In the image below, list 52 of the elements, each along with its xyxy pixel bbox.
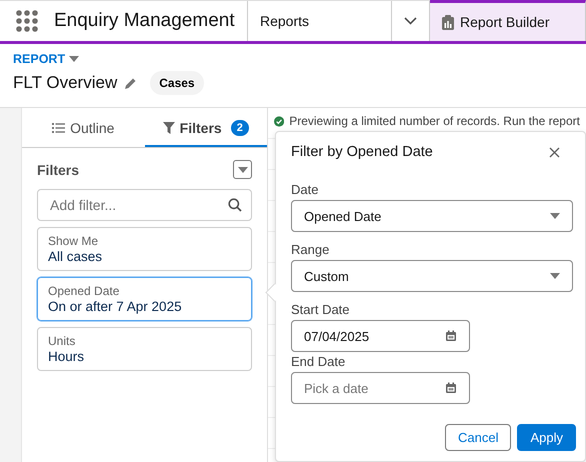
pencil-icon[interactable] [125, 78, 136, 88]
field-label: End Date [291, 354, 346, 369]
close-button[interactable] [549, 146, 560, 158]
clipboard-chart-icon [442, 14, 454, 30]
filter-label: Show Me [48, 234, 100, 248]
filters-heading: Filters [37, 162, 80, 178]
filter-value: All cases [48, 249, 104, 264]
tab-label: Outline [70, 120, 114, 136]
preview-notice: Previewing a limited number of records. Run the report [289, 114, 580, 128]
caret-icon [238, 166, 248, 172]
count-badge: 2 [230, 120, 249, 136]
caret-icon[interactable] [69, 56, 80, 62]
app-title: Enquiry Management [54, 10, 235, 32]
filter-card[interactable]: Opened Date On or after 7 Apr 2025 [37, 277, 252, 321]
filter-card[interactable]: Show Me All cases [37, 227, 252, 271]
field-label: Date [291, 182, 320, 197]
object-badge: Cases [150, 71, 204, 95]
select-field[interactable]: Opened Date [291, 200, 573, 232]
list-icon [52, 122, 66, 132]
field-label: Range [291, 242, 330, 257]
filter-card[interactable]: Units Hours [37, 327, 252, 371]
search-field[interactable]: Add filter... [37, 189, 252, 221]
search-icon [228, 198, 242, 212]
date-field[interactable]: Pick a date [291, 372, 470, 404]
report-title: FLT Overview [13, 73, 118, 93]
nav-tab[interactable]: Reports [248, 1, 392, 41]
nav-tab[interactable]: Report Builder [430, 0, 586, 41]
panel-tab[interactable]: Filters 2 [144, 108, 267, 147]
check-circle-icon [274, 114, 284, 128]
tab-label: Filters [180, 120, 222, 136]
caret-icon [550, 213, 560, 219]
field-label: Start Date [291, 302, 351, 317]
calendar-icon [445, 382, 457, 394]
cancel-button[interactable]: Cancel [445, 424, 512, 451]
filter-label: Units [48, 334, 76, 348]
calendar-icon [445, 330, 457, 342]
report-eyebrow[interactable]: REPORT [13, 52, 66, 66]
app-launcher-icon[interactable] [16, 10, 38, 32]
funnel-icon [162, 122, 175, 134]
close-icon [549, 146, 560, 158]
tab-label: Report Builder [460, 14, 550, 30]
date-field[interactable]: 07/04/2025 [291, 320, 470, 352]
apply-button[interactable]: Apply [517, 424, 576, 451]
popover-title: Filter by Opened Date [291, 144, 433, 160]
filter-value: On or after 7 Apr 2025 [48, 299, 183, 314]
panel-tab[interactable]: Outline [22, 108, 144, 147]
filter-label: Opened Date [48, 284, 120, 298]
select-field[interactable]: Custom [291, 260, 573, 292]
caret-icon [550, 273, 560, 279]
filters-menu-button[interactable] [233, 160, 252, 179]
chevron-down-icon [404, 17, 417, 25]
filter-value: Hours [48, 349, 86, 364]
